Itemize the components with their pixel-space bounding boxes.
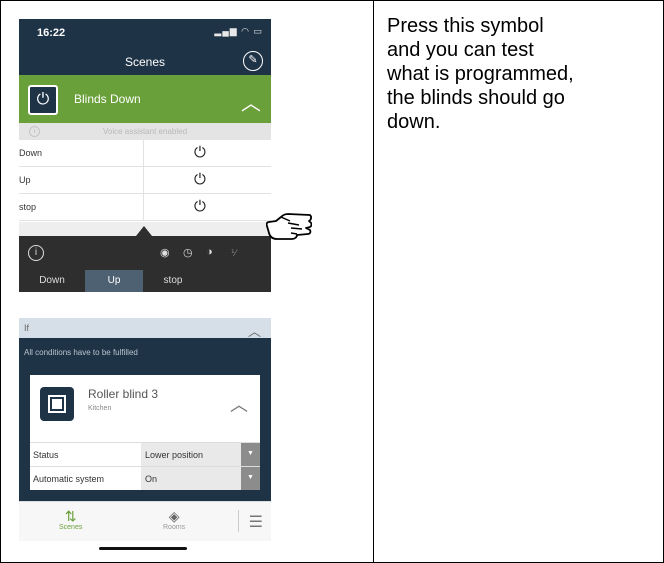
instruction-line: what is programmed, [387, 63, 574, 85]
nav-rooms[interactable]: ◈ Rooms [163, 508, 185, 531]
instruction-line: and you can test [387, 39, 534, 61]
info-icon[interactable]: i [28, 245, 44, 261]
tab-stop[interactable]: stop [143, 270, 203, 292]
property-key: Automatic system [33, 474, 105, 484]
instruction-line: the blinds should go [387, 87, 565, 109]
if-label: If [24, 323, 30, 333]
automatic-select[interactable]: On [141, 467, 241, 490]
status-icons: ▂▄▆ ◠ ▭ [214, 26, 263, 36]
voice-assistant-label: Voice assistant enabled [102, 127, 188, 136]
scene-name: Blinds Down [74, 92, 141, 106]
device-name: Roller blind 3 [88, 387, 159, 401]
chevron-up-icon[interactable]: ︿ [230, 391, 248, 417]
action-label: stop [19, 202, 37, 212]
nav-scenes-label: Scenes [59, 524, 83, 531]
nav-bar: Scenes ✎ [19, 47, 271, 75]
scene-tabs: Down Up stop [19, 270, 271, 292]
scenes-icon: ⇅ [64, 508, 77, 524]
tab-down[interactable]: Down [19, 270, 85, 292]
action-row-stop: stop ⏻ [19, 194, 271, 221]
conditions-text: All conditions have to be fulfilled [24, 348, 138, 357]
divider [143, 140, 144, 167]
home-indicator [99, 547, 187, 550]
power-button-icon[interactable]: ⏻ [194, 171, 206, 188]
divider [143, 194, 144, 221]
dropdown-arrow-icon[interactable]: ▼ [241, 443, 260, 466]
clock-icon[interactable]: ◷ [183, 246, 193, 259]
page-title: Scenes [124, 55, 166, 69]
action-row-up: Up ⏻ [19, 167, 271, 194]
if-section-header[interactable]: If ︿ [19, 318, 271, 339]
caret-area [19, 222, 271, 236]
chevron-up-icon[interactable]: ︿ [241, 87, 261, 116]
device-room: Kitchen [88, 405, 112, 412]
instruction-line: Press this symbol [387, 15, 544, 37]
fraction-icon[interactable]: ⅟ [231, 248, 236, 259]
menu-icon[interactable]: ☰ [249, 512, 263, 532]
action-label: Up [19, 175, 31, 185]
column-divider [373, 0, 374, 563]
action-list: Down ⏻ Up ⏻ stop ⏻ [19, 140, 271, 221]
pointer-caret [136, 226, 152, 236]
status-select[interactable]: Lower position [141, 443, 241, 466]
rooms-icon: ◈ [168, 508, 180, 524]
radio-icon[interactable]: ◉ [160, 246, 170, 259]
scene-header[interactable]: ⏻ Blinds Down ︿ [19, 75, 271, 123]
voice-assistant-bar: i Voice assistant enabled [19, 123, 271, 140]
conditions-panel: All conditions have to be fulfilled Roll… [19, 338, 271, 501]
power-button-icon[interactable]: ⏻ [194, 198, 206, 215]
mode-bar: i ◉ ◷ ◑ ⅟ [19, 236, 271, 270]
action-label: Down [19, 148, 43, 158]
dropdown-arrow-icon[interactable]: ▼ [241, 467, 260, 490]
divider [143, 167, 144, 194]
contrast-icon[interactable]: ◑ [206, 246, 213, 258]
pointing-hand-icon [266, 213, 312, 240]
property-row-automatic: Automatic system On ▼ [30, 466, 260, 490]
status-bar: 16:22 ▂▄▆ ◠ ▭ [19, 19, 271, 47]
instruction-text: Press this symbol and you can test what … [387, 14, 657, 134]
property-key: Status [33, 450, 59, 460]
nav-scenes[interactable]: ⇅ Scenes [59, 508, 82, 531]
phone-screenshot: 16:22 ▂▄▆ ◠ ▭ Scenes ✎ ⏻ Blinds Down ︿ i… [19, 19, 271, 558]
power-icon[interactable]: ⏻ [28, 85, 58, 115]
bottom-nav: ⇅ Scenes ◈ Rooms ☰ [19, 501, 271, 541]
nav-rooms-label: Rooms [163, 524, 186, 531]
tab-up[interactable]: Up [85, 270, 143, 292]
divider [238, 510, 239, 532]
action-row-down: Down ⏻ [19, 140, 271, 167]
instruction-line: down. [387, 111, 441, 133]
roller-blind-icon [40, 387, 74, 421]
property-row-status: Status Lower position ▼ [30, 442, 260, 466]
pencil-icon[interactable]: ✎ [243, 51, 263, 71]
status-time: 16:22 [37, 27, 66, 39]
device-card: Roller blind 3 Kitchen ︿ Status Lower po… [30, 375, 260, 490]
power-button-icon[interactable]: ⏻ [194, 144, 206, 161]
